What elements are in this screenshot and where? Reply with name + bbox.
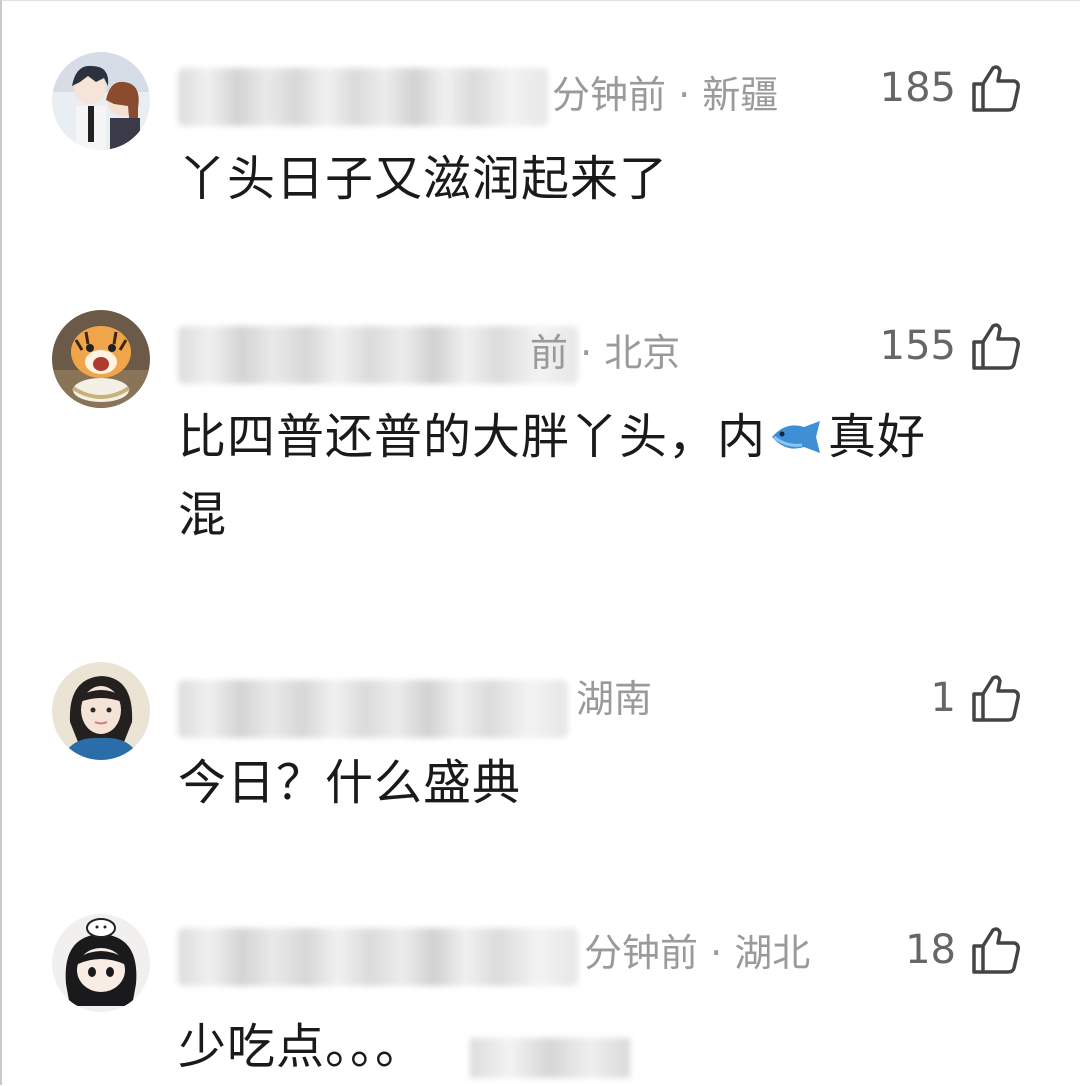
- thumbs-up-icon: [972, 65, 1020, 112]
- comment-meta: 前 · 北京: [530, 331, 681, 375]
- comment-text: 丫头日子又滋润起来了: [178, 151, 669, 207]
- chibi-girl-avatar-icon: [52, 914, 150, 1012]
- anime-couple-avatar-icon: [52, 52, 150, 150]
- like-count: 18: [905, 927, 956, 973]
- avatar[interactable]: [52, 914, 150, 1012]
- watermark-blurred: [470, 1038, 630, 1078]
- thumbs-up-icon: [972, 927, 1020, 974]
- like-button[interactable]: 1: [931, 672, 1022, 724]
- girl-photo-avatar-icon: [52, 662, 150, 760]
- avatar[interactable]: [52, 662, 150, 760]
- like-button[interactable]: 155: [880, 320, 1022, 372]
- tiger-cub-avatar-icon: [52, 310, 150, 408]
- like-count: 185: [879, 65, 956, 111]
- comment-text-part: 比四普还普的大胖丫头，内: [178, 409, 767, 465]
- username-blurred[interactable]: [178, 68, 548, 126]
- comment-meta: 分钟前 · 新疆: [552, 73, 779, 117]
- like-button[interactable]: 18: [905, 924, 1022, 976]
- avatar[interactable]: [52, 52, 150, 150]
- like-button[interactable]: 185: [880, 62, 1022, 114]
- comment-meta: 湖南: [576, 677, 653, 721]
- like-count: 1: [930, 675, 956, 721]
- username-blurred[interactable]: [178, 680, 568, 738]
- username-blurred[interactable]: [178, 928, 578, 986]
- comment-text: 比四普还普的大胖丫头，内 真好 混: [178, 398, 998, 554]
- like-count: 155: [879, 323, 956, 369]
- comment-text-part: 混: [178, 487, 228, 543]
- fish-emoji-icon: [772, 421, 821, 453]
- thumbs-up-icon: [972, 323, 1020, 370]
- avatar[interactable]: [52, 310, 150, 408]
- username-blurred[interactable]: [178, 326, 578, 384]
- comment-text-part: 真好: [828, 409, 927, 465]
- comment-meta: 分钟前 · 湖北: [584, 931, 811, 975]
- thumbs-up-icon: [972, 675, 1020, 722]
- comment-text: 今日？什么盛典: [178, 755, 522, 811]
